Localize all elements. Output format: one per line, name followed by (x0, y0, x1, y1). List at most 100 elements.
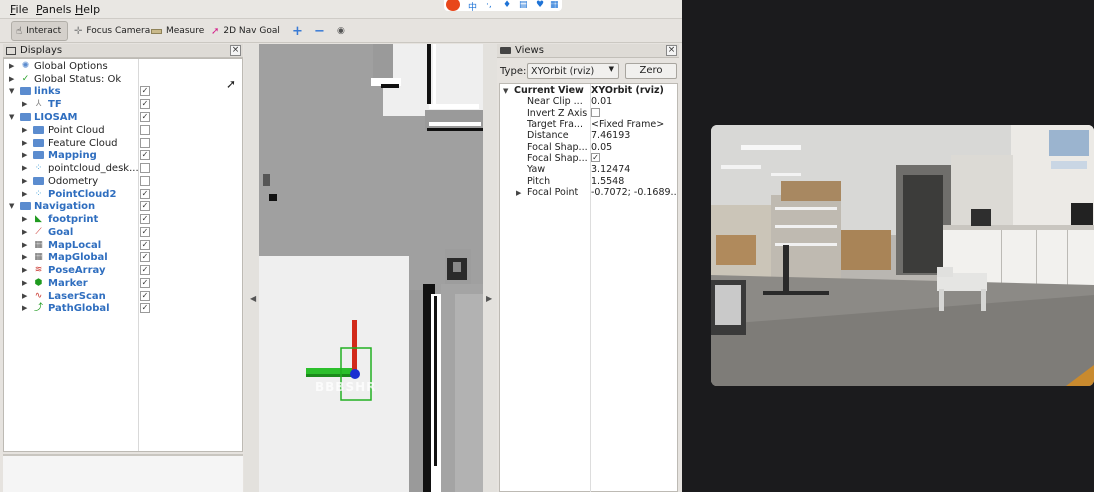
tree-row-pathglobal[interactable]: ▶ ⤴ PathGlobal ✓ (4, 302, 244, 315)
collapse-right-icon[interactable]: ▶ (486, 294, 492, 303)
property-row[interactable]: ▶ Focal Point -0.7072; -0.1689... (500, 187, 679, 198)
enable-checkbox[interactable]: ✓ (140, 303, 150, 313)
tree-row-odometry[interactable]: ▶ Odometry (4, 175, 244, 188)
interact-tool-button[interactable]: ☝ Interact (11, 21, 68, 41)
property-row[interactable]: Target Fra... <Fixed Frame> (500, 119, 679, 130)
expand-arrow-icon[interactable]: ▶ (22, 164, 27, 172)
right-splitter[interactable]: ▶ (483, 44, 497, 492)
property-value[interactable]: 0.01 (591, 96, 677, 107)
enable-checkbox[interactable] (140, 176, 150, 186)
enable-checkbox[interactable]: ✓ (140, 112, 150, 122)
nav-goal-button[interactable]: ➚ 2D Nav Goal (207, 21, 284, 41)
menu-panels[interactable]: Panels (36, 3, 71, 16)
property-row[interactable]: Distance 7.46193 (500, 130, 679, 141)
focus-camera-button[interactable]: ✛ Focus Camera (70, 21, 154, 41)
tree-row-global-options[interactable]: ▶ ✺ Global Options (4, 60, 244, 73)
tree-row-navigation[interactable]: ▼ Navigation ✓ (4, 200, 244, 213)
property-row[interactable]: Focal Shap... ✓ (500, 153, 679, 164)
menu-file[interactable]: File (10, 3, 28, 16)
expand-arrow-icon[interactable]: ▶ (22, 228, 27, 236)
enable-checkbox[interactable] (140, 138, 150, 148)
camera-type-icon[interactable]: ◉ (333, 21, 349, 41)
expand-arrow-icon[interactable]: ▶ (9, 62, 14, 70)
enable-checkbox[interactable]: ✓ (140, 252, 150, 262)
property-row[interactable]: Pitch 1.5548 (500, 176, 679, 187)
measure-button[interactable]: Measure (147, 21, 208, 41)
ime-grid-icon[interactable]: ▦ (550, 0, 559, 10)
collapse-arrow-icon[interactable]: ▼ (9, 113, 14, 121)
collapse-arrow-icon[interactable]: ▼ (503, 87, 508, 95)
property-row[interactable]: Near Clip ... 0.01 (500, 96, 679, 107)
enable-checkbox[interactable]: ✓ (140, 278, 150, 288)
enable-checkbox[interactable]: ✓ (140, 189, 150, 199)
expand-arrow-icon[interactable]: ▶ (22, 279, 27, 287)
view-type-select[interactable]: XYOrbit (rviz) ▼ (527, 63, 619, 79)
tree-row-goal[interactable]: ▶ ⟋ Goal ✓ (4, 226, 244, 239)
property-row[interactable]: Yaw 3.12474 (500, 164, 679, 175)
current-view-row[interactable]: ▼ Current View XYOrbit (rviz) (500, 85, 679, 96)
tree-row-mapglobal[interactable]: ▶ ▦ MapGlobal ✓ (4, 251, 244, 264)
tree-row-tf[interactable]: ▶ ⅄ TF ✓ (4, 98, 244, 111)
ime-shirt-icon[interactable]: ♥ (536, 0, 544, 10)
property-value[interactable]: -0.7072; -0.1689... (591, 187, 677, 198)
expand-arrow-icon[interactable]: ▶ (22, 139, 27, 147)
displays-tree[interactable]: ▶ ✺ Global Options ▶ ✓ Global Status: Ok… (3, 58, 243, 452)
tree-row-marker[interactable]: ▶ ⬢ Marker ✓ (4, 277, 244, 290)
ime-chinese-icon[interactable]: 中 (468, 0, 477, 13)
invert-z-checkbox[interactable] (591, 108, 600, 117)
ime-keyboard-icon[interactable]: ▤ (519, 0, 528, 10)
expand-arrow-icon[interactable]: ▶ (22, 126, 27, 134)
tree-row-footprint[interactable]: ▶ ◣ footprint ✓ (4, 213, 244, 226)
enable-checkbox[interactable]: ✓ (140, 86, 150, 96)
property-value[interactable]: 3.12474 (591, 164, 677, 175)
expand-arrow-icon[interactable]: ▶ (22, 190, 27, 198)
property-row[interactable]: Invert Z Axis (500, 108, 679, 119)
menu-help[interactable]: Help (75, 3, 100, 16)
ime-punct-icon[interactable]: ·, (486, 0, 492, 10)
3d-viewport[interactable]: BBBSHR (259, 44, 483, 492)
expand-arrow-icon[interactable]: ▶ (22, 215, 27, 223)
enable-checkbox[interactable]: ✓ (140, 265, 150, 275)
collapse-arrow-icon[interactable]: ▼ (9, 202, 14, 210)
expand-arrow-icon[interactable]: ▶ (22, 292, 27, 300)
tree-row-posearray[interactable]: ▶ ≋ PoseArray ✓ (4, 264, 244, 277)
tree-row-mapping[interactable]: ▶ Mapping ✓ (4, 149, 244, 162)
tree-row-liosam[interactable]: ▼ LIOSAM ✓ (4, 111, 244, 124)
expand-arrow-icon[interactable]: ▶ (22, 304, 27, 312)
expand-arrow-icon[interactable]: ▶ (22, 266, 27, 274)
ime-mic-icon[interactable]: ♦ (503, 0, 511, 10)
zero-button[interactable]: Zero (625, 63, 677, 79)
focal-shape-checkbox[interactable]: ✓ (591, 153, 600, 162)
property-value[interactable]: 0.05 (591, 142, 677, 153)
views-tree[interactable]: ▼ Current View XYOrbit (rviz) Near Clip … (499, 83, 678, 492)
ime-logo-icon[interactable] (446, 0, 460, 11)
enable-checkbox[interactable]: ✓ (140, 214, 150, 224)
enable-checkbox[interactable] (140, 125, 150, 135)
enable-checkbox[interactable]: ✓ (140, 201, 150, 211)
expand-arrow-icon[interactable]: ▶ (22, 253, 27, 261)
expand-arrow-icon[interactable]: ▶ (22, 241, 27, 249)
close-icon[interactable]: × (230, 45, 241, 56)
property-value[interactable]: <Fixed Frame> (591, 119, 677, 130)
enable-checkbox[interactable]: ✓ (140, 99, 150, 109)
close-icon[interactable]: × (666, 45, 677, 56)
enable-checkbox[interactable] (140, 163, 150, 173)
tree-row-links[interactable]: ▼ links ✓ (4, 85, 244, 98)
tree-row-pointcloud-desk[interactable]: ▶ ⁘ pointcloud_desk... (4, 162, 244, 175)
add-tool-icon[interactable]: + (288, 21, 307, 41)
expand-arrow-icon[interactable]: ▶ (22, 151, 27, 159)
property-value[interactable]: 1.5548 (591, 176, 677, 187)
expand-arrow-icon[interactable]: ▶ (22, 100, 27, 108)
collapse-arrow-icon[interactable]: ▼ (9, 87, 14, 95)
enable-checkbox[interactable]: ✓ (140, 227, 150, 237)
enable-checkbox[interactable]: ✓ (140, 291, 150, 301)
property-value[interactable]: 7.46193 (591, 130, 677, 141)
tree-row-point-cloud[interactable]: ▶ Point Cloud (4, 124, 244, 137)
collapse-left-icon[interactable]: ◀ (250, 294, 256, 303)
expand-arrow-icon[interactable]: ▶ (9, 75, 14, 83)
expand-arrow-icon[interactable]: ▶ (22, 177, 27, 185)
remove-tool-icon[interactable]: − (310, 21, 329, 41)
enable-checkbox[interactable]: ✓ (140, 150, 150, 160)
property-row[interactable]: Focal Shap... 0.05 (500, 142, 679, 153)
enable-checkbox[interactable]: ✓ (140, 240, 150, 250)
